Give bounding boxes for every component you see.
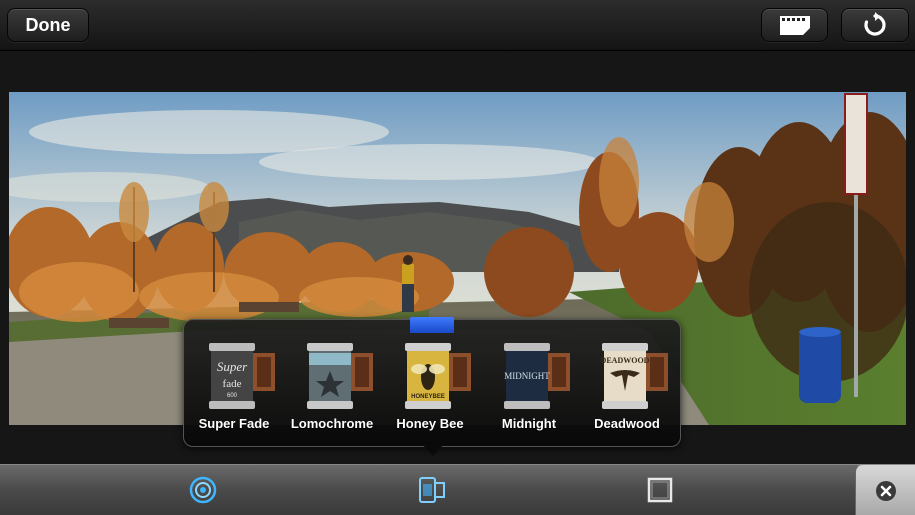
bottom-toolbar	[0, 464, 915, 515]
filter-label: Super Fade	[198, 416, 270, 431]
film-can-icon	[419, 477, 445, 503]
svg-text:MIDNIGHT: MIDNIGHT	[504, 371, 550, 381]
filter-label: Deadwood	[594, 416, 660, 431]
filter-label: Honey Bee	[396, 416, 464, 431]
done-button-label: Done	[25, 14, 71, 35]
film-can-icon: Super fade 600	[209, 343, 275, 409]
film-can-icon	[307, 343, 373, 409]
svg-text:Super: Super	[217, 359, 248, 374]
done-button[interactable]: Done	[7, 8, 89, 42]
svg-text:HONEYBEE: HONEYBEE	[411, 394, 445, 400]
filter-honey-bee[interactable]: HONEYBEE Honey Bee	[381, 337, 479, 437]
filter-deadwood[interactable]: DEADWOOD Deadwood	[578, 337, 676, 437]
close-icon	[876, 481, 896, 501]
filter-super-fade[interactable]: Super fade 600 Super Fade	[185, 337, 283, 437]
rotate-icon	[864, 12, 886, 36]
film-strip-icon	[779, 16, 810, 35]
top-toolbar: Done	[0, 0, 915, 51]
popover-pointer	[422, 444, 444, 456]
filter-lomochrome[interactable]: Lomochrome	[283, 337, 381, 437]
film-roll-button[interactable]	[761, 8, 828, 42]
filter-midnight[interactable]: MIDNIGHT Midnight	[480, 337, 578, 437]
svg-text:DEADWOOD: DEADWOOD	[601, 356, 650, 365]
film-can-icon: MIDNIGHT	[504, 343, 570, 409]
film-can-icon: DEADWOOD	[601, 343, 668, 409]
selected-filter-marker	[410, 317, 454, 333]
film-tab-button[interactable]	[417, 475, 447, 505]
filter-label: Midnight	[501, 416, 557, 431]
lens-icon	[189, 476, 217, 504]
svg-text:fade: fade	[223, 378, 242, 390]
close-panel	[855, 464, 915, 515]
close-button[interactable]	[874, 479, 898, 508]
crop-frame-icon	[647, 477, 673, 503]
svg-text:600: 600	[227, 393, 238, 399]
effects-tab-button[interactable]	[188, 475, 218, 505]
frame-tab-button[interactable]	[645, 475, 675, 505]
rotate-button[interactable]	[841, 8, 909, 42]
film-can-icon: HONEYBEE	[405, 343, 471, 409]
filter-label: Lomochrome	[290, 416, 374, 431]
